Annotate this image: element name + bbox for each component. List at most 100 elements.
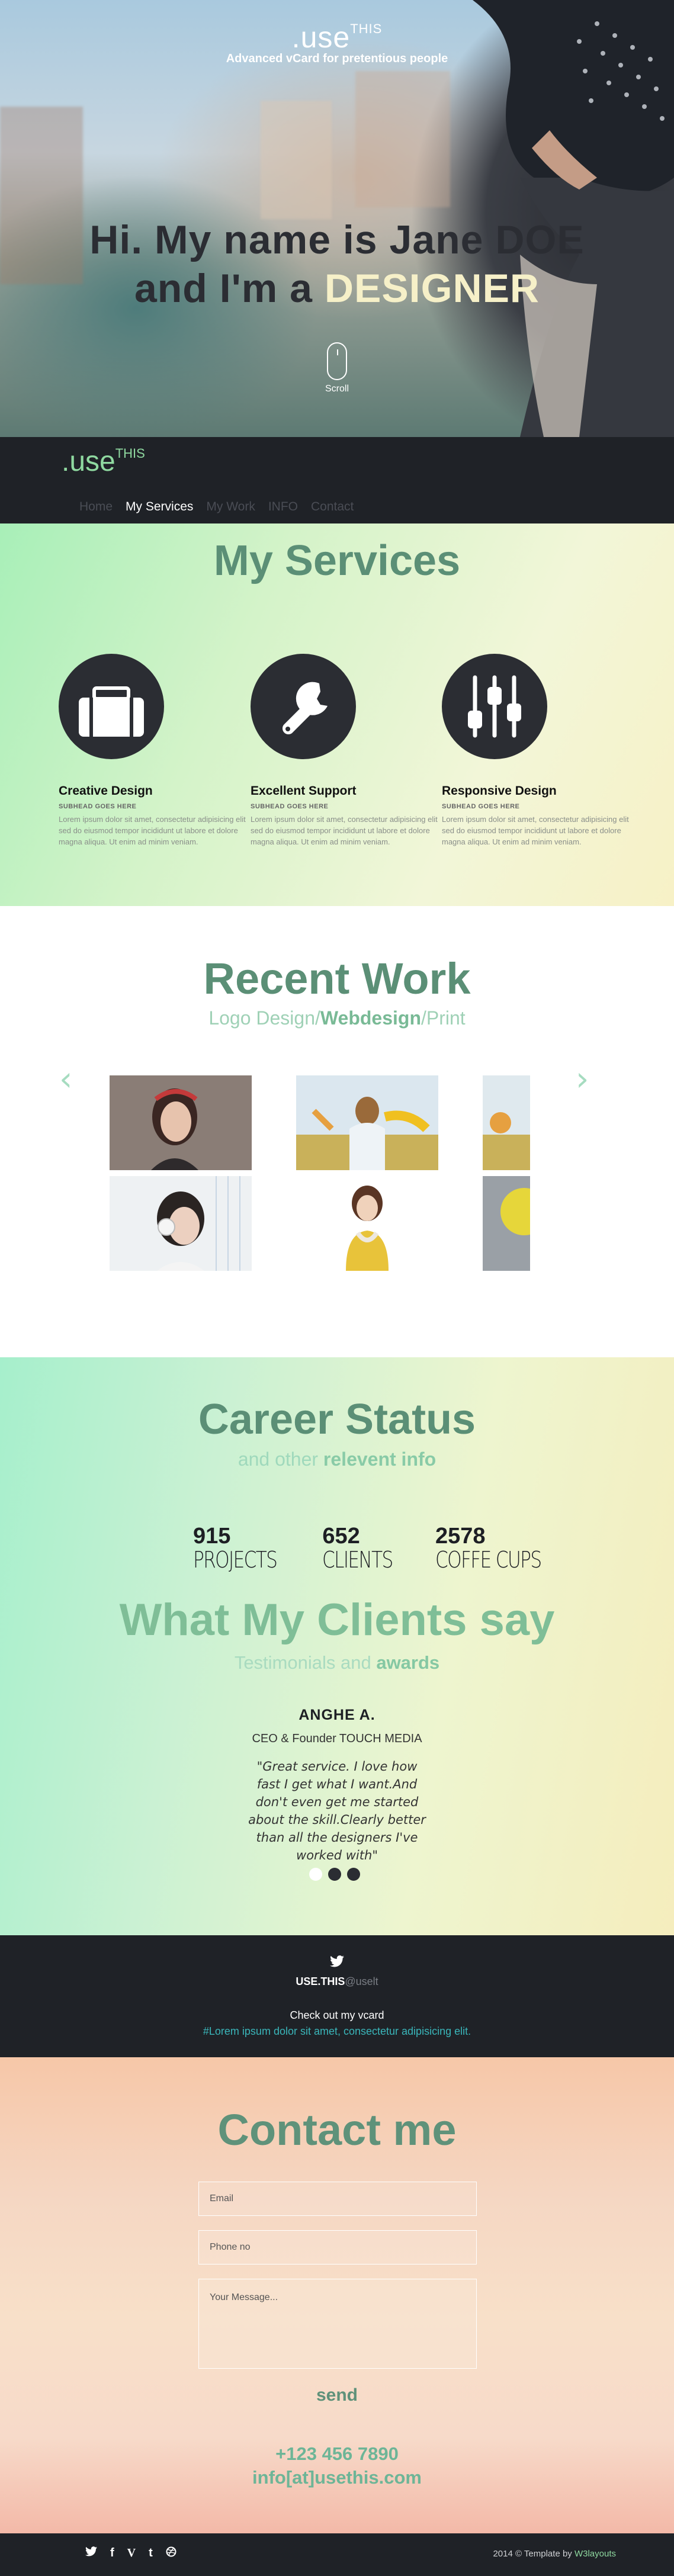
scroll-indicator[interactable]: Scroll (325, 342, 349, 394)
footer: f V t 2014 © Template by W3layouts (0, 2533, 674, 2576)
send-button[interactable]: send (307, 2385, 367, 2405)
portfolio-thumb-woman-headphones[interactable] (110, 1176, 252, 1271)
chevron-left-icon[interactable]: ‹ (59, 1060, 72, 1099)
nav-brand-text: .use (62, 446, 115, 477)
vimeo-icon[interactable]: V (127, 2546, 136, 2561)
testimonial-pager (309, 1868, 360, 1881)
hero-brand-text: .use (291, 21, 351, 54)
clients-subtitle-prefix: Testimonials and (234, 1652, 377, 1673)
service-subhead: SUBHEAD GOES HERE (59, 803, 137, 810)
career-subtitle-prefix: and other (237, 1448, 323, 1470)
twitter-section: USE.THIS@uselt Check out my vcard #Lorem… (0, 1935, 674, 2057)
nav-link-my-work[interactable]: My Work (206, 500, 255, 514)
filter-separator: / (315, 1007, 320, 1029)
portfolio-thumb-woman-field[interactable] (296, 1075, 438, 1170)
wrench-icon (251, 654, 356, 759)
email-field[interactable] (198, 2182, 477, 2216)
hero-headline-line2: and I'm a DESIGNER (0, 264, 674, 313)
message-field[interactable] (198, 2279, 477, 2369)
service-item-creative-design: Creative Design SUBHEAD GOES HERE Lorem … (59, 654, 254, 847)
scroll-label: Scroll (325, 384, 349, 394)
portfolio-thumb-woman-yellow[interactable] (296, 1176, 438, 1271)
stat-number: 2578 (435, 1524, 486, 1549)
hero-logo[interactable]: .useTHIS (0, 20, 674, 54)
career-title: Career Status (198, 1396, 476, 1443)
hero-headline-prefix: and I'm a (134, 266, 325, 311)
nav-brand-sup: THIS (115, 446, 145, 461)
chevron-right-icon[interactable]: › (576, 1060, 589, 1099)
stat-label: PROJECTS (193, 1547, 278, 1573)
stat-coffee-cups: 2578 COFFE CUPS (435, 1524, 564, 1572)
hero-headline-accent: DESIGNER (324, 266, 540, 311)
hero-headline-line1: Hi. My name is Jane DOE (89, 217, 585, 262)
career-subtitle: and other relevent info (0, 1448, 674, 1470)
portfolio-thumb-woman-headband[interactable] (110, 1075, 252, 1170)
social-links: f V t (85, 2546, 176, 2561)
contact-email[interactable]: info[at]usethis.com (0, 2467, 674, 2488)
tumblr-icon[interactable]: t (149, 2546, 153, 2561)
career-stats: 915 PROJECTS 652 CLIENTS 2578 COFFE CUPS (193, 1524, 564, 1572)
nav-link-my-services[interactable]: My Services (126, 500, 193, 514)
phone-field[interactable] (198, 2230, 477, 2265)
service-text: Lorem ipsum dolor sit amet, consectetur … (442, 815, 629, 846)
nav-link-contact[interactable]: Contact (311, 500, 354, 514)
nav-links: Home My Services My Work INFO Contact (79, 500, 354, 514)
service-subhead: SUBHEAD GOES HERE (251, 803, 329, 810)
hero-headline: Hi. My name is Jane DOE and I'm a DESIGN… (0, 216, 674, 313)
twitter-handle-suffix: @uselt (345, 1976, 378, 1987)
service-text: Lorem ipsum dolor sit amet, consectetur … (251, 815, 438, 846)
work-section: Recent Work Logo Design/Webdesign/Print … (0, 906, 674, 1357)
service-title: Creative Design (59, 784, 153, 798)
career-subtitle-bold: relevent info (323, 1448, 437, 1470)
stat-clients: 652 CLIENTS (322, 1524, 408, 1572)
hero-tagline: Advanced vCard for pretentious people (226, 52, 448, 65)
stat-label: COFFE CUPS (435, 1547, 542, 1573)
filter-webdesign[interactable]: Webdesign (320, 1007, 421, 1029)
nav-logo[interactable]: .useTHIS (62, 445, 145, 478)
services-section: My Services Creative Design SUBHEAD GOES… (0, 523, 674, 906)
copyright: 2014 © Template by W3layouts (493, 2549, 616, 2559)
services-title: My Services (213, 537, 461, 584)
twitter-handle[interactable]: USE.THIS@uselt (0, 1976, 674, 1988)
service-title: Responsive Design (442, 784, 557, 798)
copyright-text: 2014 © Template by (493, 2549, 574, 2559)
clients-title: What My Clients say (119, 1595, 555, 1645)
hero-brand-sup: THIS (350, 21, 383, 36)
clients-subtitle: Testimonials and awards (0, 1652, 674, 1674)
contact-section: Contact me send +123 456 7890 info[at]us… (0, 2057, 674, 2533)
facebook-icon[interactable]: f (110, 2546, 114, 2561)
service-text: Lorem ipsum dolor sit amet, consectetur … (59, 815, 246, 846)
work-filters: Logo Design/Webdesign/Print (0, 1007, 674, 1029)
briefcase-icon (59, 654, 164, 759)
work-title: Recent Work (203, 954, 471, 1003)
twitter-bird-icon (0, 1935, 674, 1971)
testimonial: ANGHE A. CEO & Founder TOUCH MEDIA "Grea… (0, 1707, 674, 1864)
filter-logo-design[interactable]: Logo Design (208, 1007, 315, 1029)
twitter-icon[interactable] (85, 2546, 97, 2561)
twitter-handle-name: USE.THIS (296, 1976, 345, 1987)
filter-print[interactable]: Print (426, 1007, 466, 1029)
portfolio-thumb-partial-2[interactable] (483, 1176, 530, 1271)
nav-link-info[interactable]: INFO (268, 500, 298, 514)
pager-dot-1[interactable] (309, 1868, 322, 1881)
pager-dot-2[interactable] (328, 1868, 341, 1881)
service-title: Excellent Support (251, 784, 357, 798)
testimonial-name: ANGHE A. (299, 1707, 375, 1723)
hero-section: .useTHIS Advanced vCard for pretentious … (0, 0, 674, 437)
stat-number: 915 (193, 1524, 231, 1549)
sliders-icon (442, 654, 547, 759)
copyright-link[interactable]: W3layouts (574, 2549, 616, 2559)
tweet-link[interactable]: #Lorem ipsum dolor sit amet, consectetur… (0, 2025, 674, 2038)
nav-link-home[interactable]: Home (79, 500, 113, 514)
service-item-excellent-support: Excellent Support SUBHEAD GOES HERE Lore… (251, 654, 446, 847)
stat-label: CLIENTS (322, 1547, 393, 1573)
service-subhead: SUBHEAD GOES HERE (442, 803, 520, 810)
service-item-responsive-design: Responsive Design SUBHEAD GOES HERE Lore… (442, 654, 637, 847)
portfolio-thumb-partial-1[interactable] (483, 1075, 530, 1170)
pager-dot-3[interactable] (347, 1868, 360, 1881)
contact-phone: +123 456 7890 (275, 2443, 399, 2464)
clients-subtitle-bold: awards (376, 1652, 440, 1673)
career-section: Career Status and other relevent info 91… (0, 1357, 674, 1935)
dribbble-icon[interactable] (166, 2546, 176, 2561)
stat-projects: 915 PROJECTS (193, 1524, 295, 1572)
